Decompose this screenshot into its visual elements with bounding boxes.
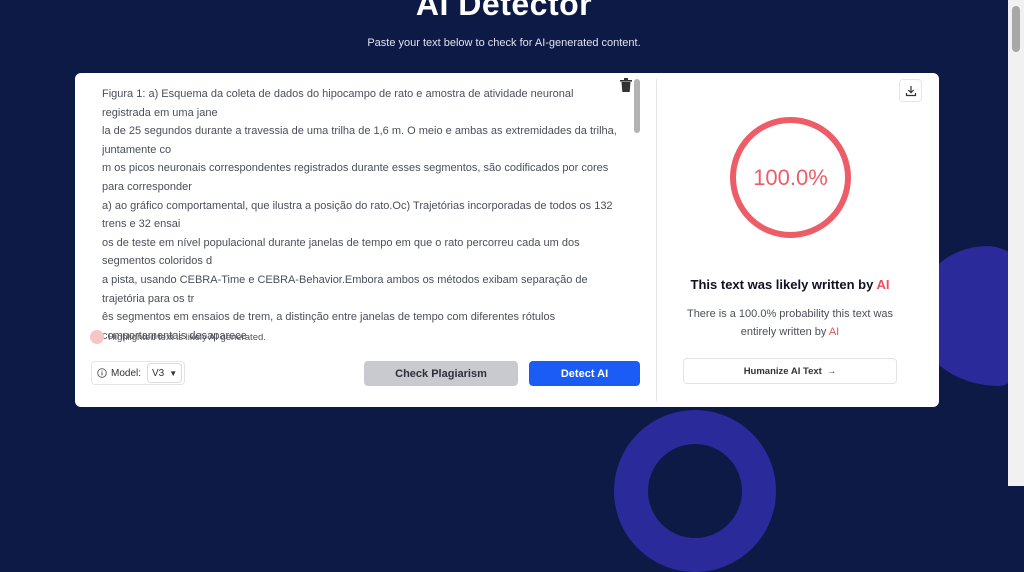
humanize-label: Humanize AI Text xyxy=(743,365,822,377)
trash-icon[interactable] xyxy=(620,78,632,92)
controls-bar: Model: V3 ▼ Check Plagiarism Detect AI xyxy=(91,361,641,387)
highlight-legend-text: Highlighted text is likely AI generated. xyxy=(108,331,266,343)
editor-line: a pista, usando CEBRA-Time e CEBRA-Behav… xyxy=(102,273,588,305)
score-ring: 100.0% xyxy=(730,117,851,238)
model-selector: Model: V3 ▼ xyxy=(91,361,185,385)
editor-line: a) ao gráfico comportamental, que ilustr… xyxy=(102,199,613,231)
detail-text: There is a 100.0% probability this text … xyxy=(686,308,894,338)
model-label: Model: xyxy=(111,367,142,379)
editor-line: la de 25 segundos durante a travessia de… xyxy=(102,125,617,156)
editor-scrollbar-thumb[interactable] xyxy=(634,79,640,133)
humanize-button[interactable]: Humanize AI Text → xyxy=(683,358,897,384)
detail-accent: AI xyxy=(828,326,840,338)
score-value: 100.0% xyxy=(753,164,828,190)
info-icon xyxy=(97,368,107,378)
editor-scrollbar[interactable] xyxy=(634,79,640,347)
model-dropdown[interactable]: V3 ▼ xyxy=(147,363,183,383)
verdict-text: This text was likely written by xyxy=(690,277,877,292)
page-scrollbar[interactable] xyxy=(1008,0,1024,486)
result-panel: 100.0% This text was likely written by A… xyxy=(657,73,939,407)
highlight-legend: Highlighted text is likely AI generated. xyxy=(90,328,266,346)
editor-text-content[interactable]: Figura 1: a) Esquema da coleta de dados … xyxy=(102,85,622,347)
verdict-detail: There is a 100.0% probability this text … xyxy=(673,305,907,341)
verdict-heading: This text was likely written by AI xyxy=(657,277,923,292)
editor-line: Figura 1: a) Esquema da coleta de dados … xyxy=(102,88,574,119)
detector-card: Figura 1: a) Esquema da coleta de dados … xyxy=(75,73,939,407)
editor-line: ês segmentos em ensaios de trem, a disti… xyxy=(102,311,556,324)
chevron-down-icon: ▼ xyxy=(169,368,178,378)
highlight-dot-icon xyxy=(90,330,104,344)
arrow-right-icon: → xyxy=(826,365,837,377)
page-title: AI Detector xyxy=(415,0,593,22)
model-value: V3 xyxy=(152,367,165,379)
check-plagiarism-button[interactable]: Check Plagiarism xyxy=(364,361,518,386)
download-icon[interactable] xyxy=(899,79,922,102)
page-subtitle: Paste your text below to check for AI-ge… xyxy=(367,37,641,49)
editor-line: os de teste em nível populacional durant… xyxy=(102,236,580,268)
detect-ai-button[interactable]: Detect AI xyxy=(529,361,640,386)
page-scrollbar-thumb[interactable] xyxy=(1012,6,1020,52)
text-editor[interactable]: Figura 1: a) Esquema da coleta de dados … xyxy=(75,73,656,348)
decorative-ring xyxy=(614,410,776,572)
verdict-accent: AI xyxy=(876,277,890,292)
editor-line: m os picos neuronais correspondentes reg… xyxy=(102,162,609,193)
